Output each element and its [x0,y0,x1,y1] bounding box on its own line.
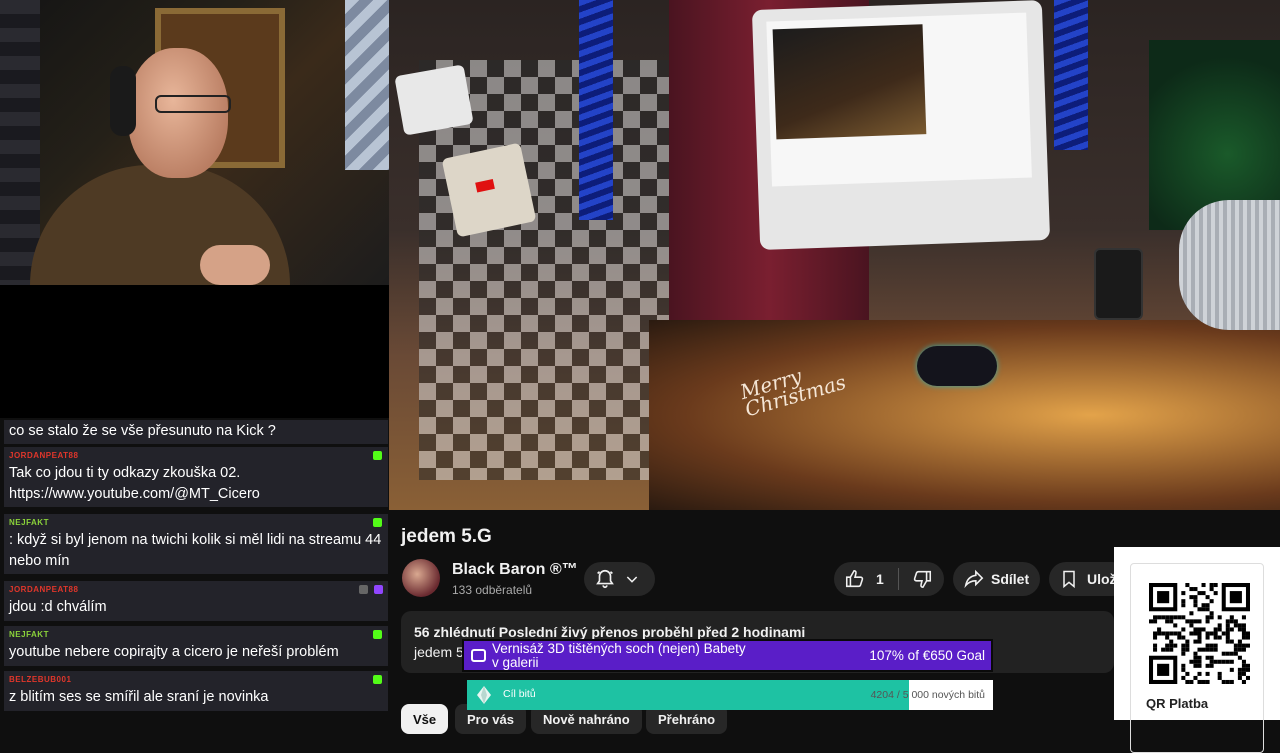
video-player[interactable]: Merry Christmas [389,0,1280,510]
diamond-icon [477,686,491,704]
streamer-hand [200,245,270,285]
dislike-button[interactable] [911,568,933,590]
charger [394,64,474,136]
share-label: Sdílet [991,571,1030,587]
goal-title: Vernisáž 3D tištěných soch (nejen) Babet… [492,641,746,670]
save-label: Ulož [1087,571,1117,587]
bell-icon [596,569,614,589]
chevron-down-icon [626,576,638,583]
tinsel-decoration [1054,0,1088,150]
like-button[interactable]: 1 [844,568,884,590]
bookmark-icon [1063,570,1075,589]
tinsel-decoration [579,0,613,220]
chat-username: JORDANPEAT88 [9,585,79,594]
chat-message-text: z blitím ses se smířil ale sraní je novi… [9,689,269,705]
chat-message: JORDANPEAT88 jdou :d chválím [4,581,388,621]
twitch-badge-icon [374,585,383,594]
chat-username: NEJFAKT [9,630,49,639]
divider [897,568,899,590]
kick-badge-icon [373,518,382,527]
bits-goal-label: Cíl bitů [503,688,536,700]
description-text: jedem 5 [414,644,464,660]
streamer-head [128,48,228,178]
share-icon [964,569,984,589]
webcam-feed [0,0,393,285]
kick-badge-icon [373,675,382,684]
goal-overlay: Vernisáž 3D tištěných soch (nejen) Babet… [462,639,993,672]
chat-message: BELZEBUB001 z blitím ses se smířil ale s… [4,671,388,711]
screen-video [772,24,927,140]
bits-goal-count: 4204 / 5 000 nových bitů [870,689,985,701]
gaming-mouse [917,346,997,386]
glasses [155,95,231,113]
chat-username: NEJFAKT [9,518,49,527]
acoustic-panel [0,0,40,285]
bits-current: 4204 [870,689,894,701]
gift-icon [471,649,486,662]
kick-badge-icon [373,451,382,460]
chat-overlay: co se stalo že se vše přesunuto na Kick … [0,418,389,720]
view-stats: 56 zhlédnutí Poslední živý přenos proběh… [414,624,806,640]
channel-avatar[interactable] [402,559,440,597]
chat-message: NEJFAKT youtube nebere copirajty a cicer… [4,626,388,666]
acoustic-foam [345,0,393,170]
chat-message-text: Tak co jdou ti ty odkazy zkouška 02. htt… [9,465,260,502]
chat-message-text: youtube nebere copirajty a cicero je neř… [9,644,339,660]
qr-code [1149,583,1250,684]
video-title: jedem 5.G [401,526,492,547]
share-button[interactable]: Sdílet [953,562,1040,596]
chat-message: JORDANPEAT88 Tak co jdou ti ty odkazy zk… [4,447,388,507]
headset [110,66,136,136]
chat-message-text: jdou :d chválím [9,599,107,615]
power-strip [441,142,537,238]
thumbs-up-icon [845,569,864,588]
thumbs-down-icon [913,570,931,589]
mod-badge-icon [359,585,368,594]
qr-label: QR Platba [1146,696,1209,711]
monitor-screen [766,12,1032,187]
power-switch [475,178,495,193]
like-count: 1 [876,571,884,587]
score-panel [0,285,393,418]
subscriber-count: 133 odběratelů [452,583,533,597]
chat-username: BELZEBUB001 [9,675,72,684]
fan [1179,200,1280,330]
kick-badge-icon [373,630,382,639]
goal-progress: 107% of €650 Goal [869,648,985,663]
chat-username: JORDANPEAT88 [9,451,79,460]
chat-message-text: co se stalo že se vše přesunuto na Kick … [9,423,276,439]
bits-target: 5 000 nových bitů [902,689,985,701]
subscribe-bell-button[interactable] [584,562,655,596]
chat-message: NEJFAKT : když si byl jenom na twichi ko… [4,514,388,574]
chip-all[interactable]: Vše [401,704,449,734]
phone [1094,248,1143,320]
chat-message: co se stalo že se vše přesunuto na Kick … [4,420,388,444]
monitor [751,0,1051,250]
chat-message-text: : když si byl jenom na twichi kolik si m… [9,532,382,569]
channel-name[interactable]: Black Baron ®™ [452,561,578,579]
like-dislike-group: 1 [834,562,944,596]
bits-goal-bar: Cíl bitů 4204 / 5 000 nových bitů [467,680,993,710]
